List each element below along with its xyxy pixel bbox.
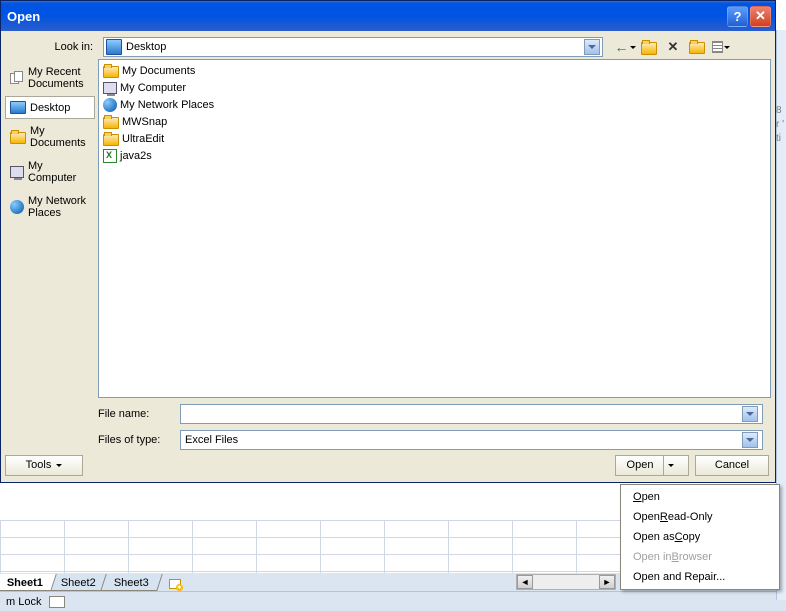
- cancel-button[interactable]: Cancel: [695, 455, 769, 476]
- file-list[interactable]: My Documents My Computer My Network Places…: [98, 59, 771, 398]
- filetype-label: Files of type:: [98, 434, 174, 446]
- status-text: m Lock: [6, 596, 41, 608]
- lookin-value: Desktop: [126, 41, 166, 53]
- network-icon: [103, 98, 117, 112]
- horizontal-scrollbar[interactable]: ◄ ►: [516, 574, 616, 590]
- menu-item[interactable]: Open: [623, 487, 777, 507]
- file-list-item[interactable]: UltraEdit: [101, 130, 768, 147]
- file-name: My Computer: [120, 82, 186, 94]
- open-button[interactable]: Open: [615, 455, 689, 476]
- places-item-label: My Computer: [28, 160, 90, 184]
- places-item-label: Desktop: [30, 102, 70, 114]
- sheet-tab[interactable]: Sheet1: [0, 574, 57, 591]
- places-item[interactable]: My Recent Documents: [5, 61, 95, 95]
- up-one-level-button[interactable]: [639, 37, 659, 57]
- network-icon: [10, 200, 24, 214]
- folder-icon: [103, 134, 119, 146]
- lookin-row: Look in: Desktop ← ✕: [1, 31, 775, 59]
- places-item[interactable]: Desktop: [5, 96, 95, 119]
- back-button[interactable]: ←: [615, 37, 635, 57]
- filename-label: File name:: [98, 408, 174, 420]
- dialog-title: Open: [7, 9, 727, 24]
- folder-icon: [10, 132, 26, 144]
- places-item-label: My Documents: [30, 125, 90, 149]
- chevron-down-icon: [56, 464, 62, 467]
- folder-icon: [103, 117, 119, 129]
- file-name: java2s: [120, 150, 152, 162]
- sheet-tab-label: Sheet1: [7, 577, 43, 589]
- file-list-item[interactable]: My Network Places: [101, 96, 768, 113]
- edge-hint-text: 8r 'ti: [776, 104, 784, 146]
- open-dropdown-menu: OpenOpen Read-OnlyOpen as CopyOpen in Br…: [620, 484, 780, 590]
- scroll-left-icon[interactable]: ◄: [517, 575, 533, 589]
- folder-icon: [103, 66, 119, 78]
- file-name: My Network Places: [120, 99, 214, 111]
- file-list-item[interactable]: My Computer: [101, 79, 768, 96]
- sheet-tab-label: Sheet3: [114, 577, 149, 589]
- help-button[interactable]: ?: [727, 6, 748, 27]
- open-dropdown-toggle[interactable]: [663, 456, 677, 475]
- file-list-item[interactable]: My Documents: [101, 62, 768, 79]
- menu-item[interactable]: Open and Repair...: [623, 567, 777, 587]
- chevron-down-icon[interactable]: [742, 406, 758, 422]
- sheet-tab[interactable]: Sheet3: [100, 574, 162, 591]
- lookin-combo[interactable]: Desktop: [103, 37, 603, 57]
- open-dialog: Open ? ✕ Look in: Desktop ← ✕ My Recent …: [0, 0, 776, 483]
- filename-input[interactable]: [180, 404, 763, 424]
- tools-button[interactable]: Tools: [5, 455, 83, 476]
- scroll-right-icon[interactable]: ►: [599, 575, 615, 589]
- computer-icon: [103, 82, 117, 94]
- chevron-down-icon[interactable]: [742, 432, 758, 448]
- delete-button[interactable]: ✕: [663, 37, 683, 57]
- menu-item[interactable]: Open as Copy: [623, 527, 777, 547]
- file-list-item[interactable]: java2s: [101, 147, 768, 164]
- file-list-item[interactable]: MWSnap: [101, 113, 768, 130]
- status-bar: m Lock: [0, 591, 786, 611]
- titlebar[interactable]: Open ? ✕: [1, 1, 775, 31]
- views-button[interactable]: [711, 37, 731, 57]
- lookin-label: Look in:: [9, 41, 97, 53]
- places-item[interactable]: My Documents: [5, 120, 95, 154]
- status-icon: [49, 596, 65, 608]
- filetype-combo[interactable]: Excel Files: [180, 430, 763, 450]
- places-item[interactable]: My Network Places: [5, 190, 95, 224]
- computer-icon: [10, 166, 24, 178]
- close-button[interactable]: ✕: [750, 6, 771, 27]
- desktop-icon: [10, 101, 26, 114]
- sheet-tab-label: Sheet2: [61, 577, 96, 589]
- desktop-icon: [106, 39, 122, 55]
- menu-item: Open in Browser: [623, 547, 777, 567]
- file-name: UltraEdit: [122, 133, 164, 145]
- places-item-label: My Network Places: [28, 195, 90, 219]
- file-name: MWSnap: [122, 116, 167, 128]
- excel-file-icon: [103, 149, 117, 163]
- places-item-label: My Recent Documents: [28, 66, 90, 90]
- recent-docs-icon: [10, 71, 24, 85]
- chevron-down-icon[interactable]: [584, 39, 600, 55]
- new-folder-button[interactable]: [687, 37, 707, 57]
- places-bar: My Recent Documents Desktop My Documents My…: [3, 59, 98, 454]
- file-name: My Documents: [122, 65, 195, 77]
- new-sheet-icon[interactable]: ✶: [166, 577, 184, 591]
- places-item[interactable]: My Computer: [5, 155, 95, 189]
- menu-item[interactable]: Open Read-Only: [623, 507, 777, 527]
